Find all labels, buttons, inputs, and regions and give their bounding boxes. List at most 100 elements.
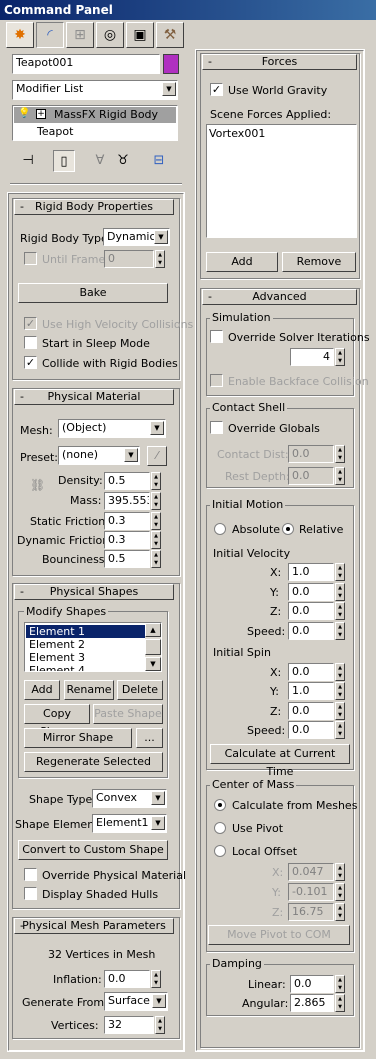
static-friction-spinner[interactable]: ▲ ▼ xyxy=(151,512,161,530)
absolute-radio[interactable] xyxy=(214,523,226,535)
until-frame-checkbox[interactable] xyxy=(24,252,37,265)
offset-y-spinner[interactable]: ▲ ▼ xyxy=(335,883,345,901)
add-shape-button[interactable]: Add xyxy=(24,680,60,700)
mass-spinner[interactable]: ▲ ▼ xyxy=(151,492,161,510)
dynamic-friction-spinner[interactable]: ▲ ▼ xyxy=(151,531,161,549)
vel-y-spinner[interactable]: ▲ ▼ xyxy=(335,583,345,601)
angular-spinner[interactable]: ▲ ▼ xyxy=(335,994,345,1012)
physical-shapes-header[interactable]: - Physical Shapes xyxy=(14,584,174,600)
make-unique-icon[interactable]: ∀ xyxy=(89,150,111,172)
rigid-body-type-dropdown[interactable]: Dynamic ▼ xyxy=(103,228,170,246)
chain-link-icon[interactable]: ⛓ xyxy=(30,478,45,492)
add-force-button[interactable]: Add xyxy=(206,252,278,272)
stack-item-massfx[interactable]: 💡 + MassFX Rigid Body xyxy=(14,107,176,123)
scene-forces-list[interactable]: Vortex001 xyxy=(206,124,357,238)
vel-z-field[interactable]: 0.0 xyxy=(288,602,334,620)
solver-iterations-spinner[interactable]: ▲ ▼ xyxy=(335,348,345,366)
delete-shape-button[interactable]: Delete xyxy=(117,680,163,700)
preset-dropdown[interactable]: (none) ▼ xyxy=(58,446,140,465)
spin-speed-spinner[interactable]: ▲ ▼ xyxy=(335,721,345,739)
vel-x-spinner[interactable]: ▲ ▼ xyxy=(335,563,345,581)
spin-y-spinner[interactable]: ▲ ▼ xyxy=(335,682,345,700)
override-material-checkbox[interactable] xyxy=(24,868,37,881)
spin-speed-field[interactable]: 0.0 xyxy=(288,721,334,739)
motion-tab[interactable]: ◎ xyxy=(96,22,124,48)
density-spinner[interactable]: ▲ ▼ xyxy=(151,472,161,490)
density-field[interactable]: 0.5 xyxy=(104,472,150,490)
linear-spinner[interactable]: ▲ ▼ xyxy=(335,975,345,993)
pin-stack-icon[interactable]: ⊣ xyxy=(17,150,39,172)
inflation-spinner[interactable]: ▲ ▼ xyxy=(151,970,161,988)
shape-type-dropdown[interactable]: Convex ▼ xyxy=(92,789,167,808)
backface-checkbox[interactable] xyxy=(210,374,223,387)
remove-force-button[interactable]: Remove xyxy=(282,252,356,272)
show-end-result-icon[interactable]: ▯ xyxy=(53,150,75,172)
high-velocity-checkbox[interactable]: ✓ xyxy=(24,317,37,330)
spin-x-field[interactable]: 0.0 xyxy=(288,663,334,681)
angular-field[interactable]: 2.865 xyxy=(290,994,334,1012)
relative-radio[interactable] xyxy=(282,523,294,535)
utilities-tab[interactable]: ⚒ xyxy=(156,22,184,48)
eyedropper-icon[interactable]: ⁄ xyxy=(147,446,167,466)
spin-x-spinner[interactable]: ▲ ▼ xyxy=(335,663,345,681)
expand-icon[interactable]: + xyxy=(36,109,46,119)
scrollbar[interactable]: ▲ ▼ xyxy=(145,623,161,671)
vel-speed-field[interactable]: 0.0 xyxy=(288,622,334,640)
offset-z-field[interactable]: 16.75 xyxy=(288,903,334,921)
lightbulb-icon[interactable]: 💡 xyxy=(18,108,30,119)
contact-dist-spinner[interactable]: ▲ ▼ xyxy=(335,445,345,463)
modifier-list-dropdown[interactable]: Modifier List ▼ xyxy=(12,80,178,100)
solver-iterations-field[interactable]: 4 xyxy=(290,348,334,366)
rename-shape-button[interactable]: Rename xyxy=(64,680,114,700)
rest-depth-spinner[interactable]: ▲ ▼ xyxy=(335,467,345,485)
shape-element-dropdown[interactable]: Element1 ▼ xyxy=(92,814,167,833)
linear-field[interactable]: 0.0 xyxy=(290,975,334,993)
create-tab[interactable]: ✸ xyxy=(6,22,34,48)
advanced-header[interactable]: - Advanced xyxy=(202,289,357,305)
bake-button[interactable]: Bake xyxy=(18,283,168,303)
convert-custom-shape-button[interactable]: Convert to Custom Shape xyxy=(18,840,168,860)
list-item[interactable]: Element 4 xyxy=(26,664,146,671)
list-item[interactable]: Element 3 xyxy=(26,651,146,664)
vel-y-field[interactable]: 0.0 xyxy=(288,583,334,601)
object-name-field[interactable]: Teapot001 xyxy=(12,54,160,74)
spin-z-spinner[interactable]: ▲ ▼ xyxy=(335,702,345,720)
remove-modifier-icon[interactable]: ♉ xyxy=(112,150,134,172)
generate-from-dropdown[interactable]: Surface ▼ xyxy=(104,992,168,1011)
inflation-field[interactable]: 0.0 xyxy=(104,970,150,988)
modify-tab[interactable]: ◜ xyxy=(36,22,64,48)
offset-z-spinner[interactable]: ▲ ▼ xyxy=(335,903,345,921)
scroll-up-icon[interactable]: ▲ xyxy=(145,623,161,637)
physical-material-header[interactable]: - Physical Material xyxy=(14,389,174,405)
mirror-shape-button[interactable]: Mirror Shape xyxy=(24,728,132,748)
contact-dist-field[interactable]: 0.0 xyxy=(288,445,334,463)
shapes-list[interactable]: Element 1 Element 2 Element 3 Element 4 … xyxy=(24,622,162,672)
hierarchy-tab[interactable]: ⊞ xyxy=(66,22,94,48)
use-pivot-radio[interactable] xyxy=(214,822,226,834)
vel-z-spinner[interactable]: ▲ ▼ xyxy=(335,602,345,620)
rigid-body-header[interactable]: - Rigid Body Properties xyxy=(14,199,174,215)
static-friction-field[interactable]: 0.3 xyxy=(104,512,150,530)
calculate-current-time-button[interactable]: Calculate at Current Time xyxy=(210,744,350,778)
list-item[interactable]: Element 1 xyxy=(26,625,146,638)
local-offset-radio[interactable] xyxy=(214,845,226,857)
override-globals-checkbox[interactable] xyxy=(210,421,223,434)
rest-depth-field[interactable]: 0.0 xyxy=(288,467,334,485)
offset-y-field[interactable]: -0.101 xyxy=(288,883,334,901)
mass-field[interactable]: 395.553 xyxy=(104,492,150,510)
spin-z-field[interactable]: 0.0 xyxy=(288,702,334,720)
world-gravity-checkbox[interactable]: ✓ xyxy=(210,83,223,96)
configure-modifier-sets-icon[interactable]: ⊟ xyxy=(148,150,170,172)
sleep-mode-checkbox[interactable] xyxy=(24,336,37,349)
until-frame-spinner[interactable]: ▲ ▼ xyxy=(155,250,165,268)
calc-from-meshes-radio[interactable] xyxy=(214,799,226,811)
forces-header[interactable]: - Forces xyxy=(202,54,357,70)
vertices-field[interactable]: 32 xyxy=(104,1016,154,1034)
vel-speed-spinner[interactable]: ▲ ▼ xyxy=(335,622,345,640)
until-frame-field[interactable]: 0 xyxy=(104,250,154,268)
offset-x-spinner[interactable]: ▲ ▼ xyxy=(335,863,345,881)
list-item[interactable]: Element 2 xyxy=(26,638,146,651)
paste-shape-button[interactable]: Paste Shape xyxy=(93,704,163,724)
stack-item-teapot[interactable]: Teapot xyxy=(37,125,73,138)
mesh-parameters-header[interactable]: - Physical Mesh Parameters xyxy=(14,918,174,934)
